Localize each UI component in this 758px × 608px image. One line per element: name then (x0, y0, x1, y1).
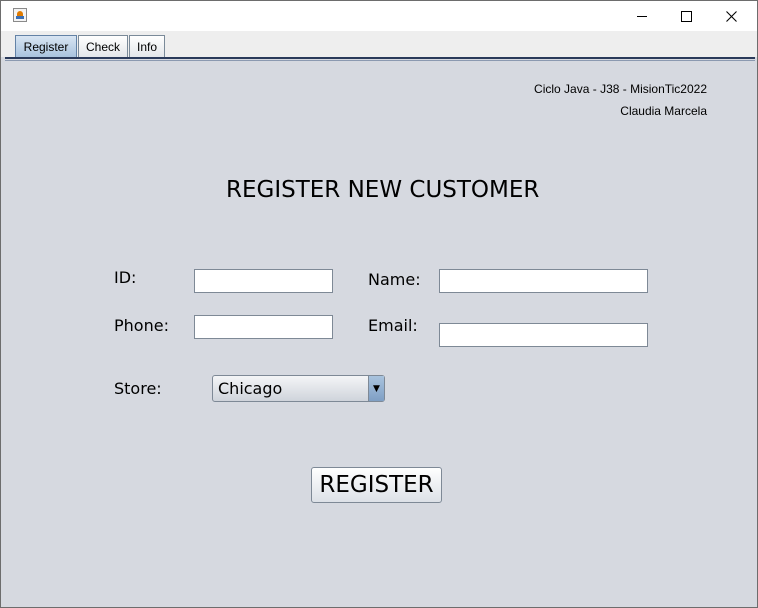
phone-field[interactable] (194, 315, 333, 339)
phone-label: Phone: (114, 316, 169, 335)
maximize-button[interactable] (664, 1, 709, 31)
application-window: Register Check Info Ciclo Java - J38 - M… (0, 0, 758, 608)
credit-author: Claudia Marcela (620, 104, 707, 118)
store-selected-value: Chicago (218, 379, 283, 398)
name-label: Name: (368, 270, 421, 289)
credit-course: Ciclo Java - J38 - MisionTic2022 (534, 82, 707, 96)
title-bar[interactable] (1, 1, 757, 31)
id-label: ID: (114, 268, 137, 287)
tab-register[interactable]: Register (15, 35, 77, 57)
maximize-icon (681, 10, 692, 22)
name-field[interactable] (439, 269, 648, 293)
email-label: Email: (368, 316, 418, 335)
store-select[interactable]: Chicago ▼ (212, 375, 385, 402)
minimize-icon (636, 15, 647, 17)
chevron-down-icon[interactable]: ▼ (368, 376, 384, 401)
java-icon (13, 8, 27, 22)
tab-info[interactable]: Info (129, 35, 165, 57)
id-field[interactable] (194, 269, 333, 293)
store-label: Store: (114, 379, 162, 398)
tab-check[interactable]: Check (78, 35, 128, 57)
minimize-button[interactable] (619, 1, 664, 31)
register-button[interactable]: REGISTER (311, 467, 442, 503)
tab-strip: Register Check Info (1, 31, 757, 57)
close-icon (726, 10, 737, 22)
email-field[interactable] (439, 323, 648, 347)
close-button[interactable] (709, 1, 754, 31)
tab-divider (5, 57, 755, 59)
page-title: REGISTER NEW CUSTOMER (226, 177, 540, 203)
